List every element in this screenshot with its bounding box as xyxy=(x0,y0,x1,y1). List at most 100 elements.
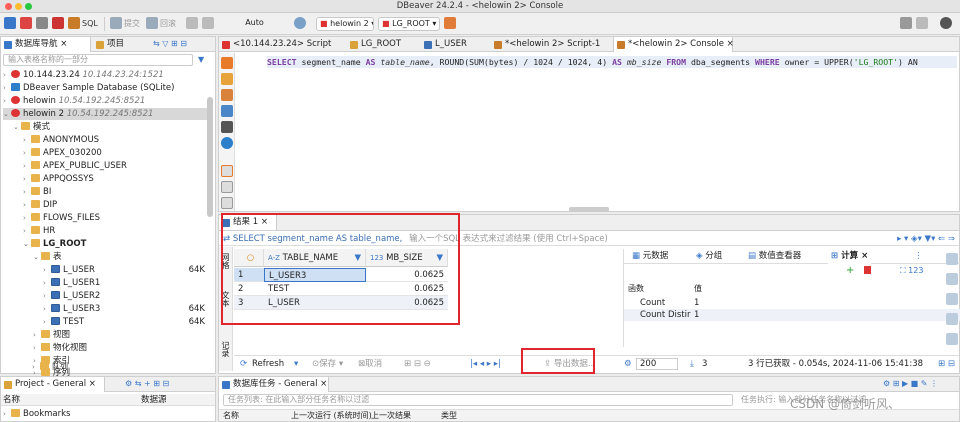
sql-editor-line[interactable]: SELECT segment_name AS table_name, ROUND… xyxy=(267,56,957,68)
commit-button[interactable]: 提交 xyxy=(124,17,140,31)
tasks-filter-input[interactable]: 任务列表: 在此输入部分任务名称以过滤 xyxy=(223,394,733,406)
tree-schema[interactable]: › FLOWS_FILES xyxy=(23,212,100,224)
tree-schema[interactable]: › DIP xyxy=(23,199,57,211)
tree-table[interactable]: › TEST 64K xyxy=(43,316,207,328)
cell-table-name[interactable]: L_USER xyxy=(264,296,366,310)
tab-result-1[interactable]: 结果 1 × xyxy=(219,215,277,230)
disconnect-icon[interactable] xyxy=(36,17,48,29)
project-toolbar-icons[interactable]: ⚙ ⇆ + ⊞ ⊟ xyxy=(125,377,169,391)
tree-tables-folder[interactable]: ⌄ 表 xyxy=(33,251,62,263)
explain-icon[interactable] xyxy=(221,105,233,117)
status-extra-icons[interactable]: ⊞ ⊟ xyxy=(938,356,955,372)
side-tab-grid[interactable]: 网格 xyxy=(221,253,231,269)
side-tab-record[interactable]: 记录 xyxy=(221,341,231,357)
calc-menu-icon[interactable]: ⋮ xyxy=(914,249,923,264)
refresh-icon[interactable]: ⟳ xyxy=(240,356,247,372)
cell-table-name[interactable]: TEST xyxy=(264,282,366,296)
minimize-window-icon[interactable] xyxy=(15,3,22,10)
tab-editor-l-user[interactable]: L_USER xyxy=(421,37,483,52)
transaction-mode-icon[interactable] xyxy=(186,17,198,29)
tab-metadata[interactable]: ▦ 元数据 xyxy=(632,249,668,264)
row-nav-icons[interactable]: ⊞ ⊟ ⊖ xyxy=(404,356,431,372)
tree-connection-3[interactable]: › helowin 10.54.192.245:8521 xyxy=(3,95,145,107)
tree-schema[interactable]: › BI xyxy=(23,186,51,198)
cell-mb-size[interactable]: 0.0625 xyxy=(366,296,448,310)
tree-table[interactable]: › L_USER 64K xyxy=(43,264,207,276)
calc-row[interactable]: Count Distir 1 xyxy=(624,309,960,321)
open-file-icon[interactable] xyxy=(221,181,233,193)
invalidate-icon[interactable] xyxy=(52,17,64,29)
tree-schema[interactable]: › ANONYMOUS xyxy=(23,134,99,146)
cell-mb-size[interactable]: 0.0625 xyxy=(366,268,448,282)
new-script-icon[interactable] xyxy=(221,165,233,177)
calc-toggle-icon[interactable] xyxy=(946,333,958,345)
tab-group[interactable]: ◈ 分组 xyxy=(696,249,722,264)
tree-schema[interactable]: › APEX_030200 xyxy=(23,147,102,159)
tree-schema[interactable]: › APEX_PUBLIC_USER xyxy=(23,160,127,172)
add-function-icon[interactable]: + xyxy=(846,265,854,276)
search-icon[interactable] xyxy=(900,17,912,29)
tab-editor-script-helowin[interactable]: *<helowin 2> Script-1 xyxy=(491,37,609,52)
filter-icon[interactable]: ▼ xyxy=(198,55,204,64)
new-connection-icon[interactable] xyxy=(4,17,16,29)
save-button[interactable]: ⊙保存 ▾ xyxy=(312,356,343,372)
navigator-scrollbar[interactable] xyxy=(207,97,213,217)
results-filter-input[interactable]: 输入一个SQL 表达式来过滤结果 (使用 Ctrl+Space) xyxy=(409,234,608,244)
tree-schemas-folder[interactable]: ⌄ 模式 xyxy=(13,121,50,133)
tab-value-viewer[interactable]: ▤ 数值查看器 xyxy=(748,249,801,264)
tree-connection-4[interactable]: ⌄ helowin 2 10.54.192.245:8521 xyxy=(3,108,207,120)
perspective-icon[interactable] xyxy=(916,17,928,29)
tab-project[interactable]: 项目 xyxy=(93,37,153,52)
tab-project-general[interactable]: Project - General × xyxy=(1,377,105,392)
maximize-window-icon[interactable] xyxy=(25,3,32,10)
column-header-mb-size[interactable]: 123 MB_SIZE ▼ xyxy=(366,249,448,267)
tree-connection-1[interactable]: › 10.144.23.24 10.144.23.24:1521 xyxy=(3,69,164,81)
tree-mviews-folder[interactable]: › 物化视图 xyxy=(33,342,87,354)
close-window-icon[interactable] xyxy=(5,3,12,10)
schema-browse-icon[interactable] xyxy=(444,17,456,29)
navigator-toolbar-icons[interactable]: ⇆ ▽ ⊞ ⊟ xyxy=(153,37,187,51)
panel-toggle-icon[interactable] xyxy=(946,253,958,265)
tree-table[interactable]: › L_USER3 64K xyxy=(43,303,207,315)
save-file-icon[interactable] xyxy=(221,197,233,209)
tab-database-tasks[interactable]: 数据库任务 - General × xyxy=(219,377,329,392)
columns-icon[interactable] xyxy=(946,293,958,305)
tree-connection-2[interactable]: › DBeaver Sample Database (SQLite) xyxy=(3,82,174,94)
connection-combo[interactable]: ■ helowin 2 ▾ xyxy=(316,17,374,31)
editor-splitter-handle[interactable] xyxy=(569,207,609,212)
tab-database-navigator[interactable]: 数据库导航 × xyxy=(1,37,91,52)
refresh-button[interactable]: Refresh xyxy=(252,356,284,372)
tree-queues-folder[interactable]: › 队列 xyxy=(32,361,68,373)
fetch-all-icon[interactable]: ⤓ xyxy=(690,356,694,372)
auto-commit-combo[interactable]: Auto xyxy=(218,17,288,31)
tree-schema[interactable]: › HR xyxy=(23,225,55,237)
fetch-settings-icon[interactable]: ⚙ xyxy=(624,356,632,372)
connect-icon[interactable] xyxy=(20,17,32,29)
tree-table[interactable]: › L_USER2 xyxy=(43,290,207,302)
side-tab-text[interactable]: 文本 xyxy=(221,291,231,307)
column-header-table-name[interactable]: A-Z TABLE_NAME ▼ xyxy=(264,249,366,267)
calc-row[interactable]: Count 1 xyxy=(624,297,960,309)
tree-schema-lg-root[interactable]: ⌄ LG_ROOT xyxy=(23,238,86,250)
page-nav-icons[interactable]: |◂ ◂ ▸ ▸| xyxy=(470,356,501,372)
export-button[interactable]: ⇪ 导出数据... xyxy=(544,356,596,372)
sql-button[interactable]: SQL xyxy=(82,17,98,31)
tab-editor-script-1[interactable]: <10.144.23.24> Script xyxy=(219,37,341,52)
transaction-log-icon[interactable] xyxy=(202,17,214,29)
grouping-icon[interactable] xyxy=(946,313,958,325)
tab-calc[interactable]: ⊞ 计算 × xyxy=(828,249,872,264)
terminal-icon[interactable] xyxy=(221,121,233,133)
filter-toolbar-icons[interactable]: ▸ ▾ ◈▾ ▼▾ ⇐ ⇒ xyxy=(897,232,955,246)
cell-mb-size[interactable]: 0.0625 xyxy=(366,282,448,296)
settings-icon[interactable] xyxy=(221,137,233,149)
execute-plan-icon[interactable] xyxy=(221,89,233,101)
sql-editor-icon[interactable] xyxy=(68,17,80,29)
remove-function-icon[interactable] xyxy=(864,266,871,274)
cell-table-name[interactable]: L_USER3 xyxy=(264,268,366,282)
execute-script-icon[interactable] xyxy=(221,73,233,85)
avatar[interactable] xyxy=(940,17,952,29)
cancel-button[interactable]: ⊠取消 xyxy=(358,356,382,372)
tasks-toolbar-icons[interactable]: ⚙ ⊞ ▶ ■ ✎ ⋮ xyxy=(883,377,938,391)
tab-editor-lg-root[interactable]: LG_ROOT xyxy=(347,37,409,52)
rollback-button[interactable]: 回滚 xyxy=(160,17,176,31)
